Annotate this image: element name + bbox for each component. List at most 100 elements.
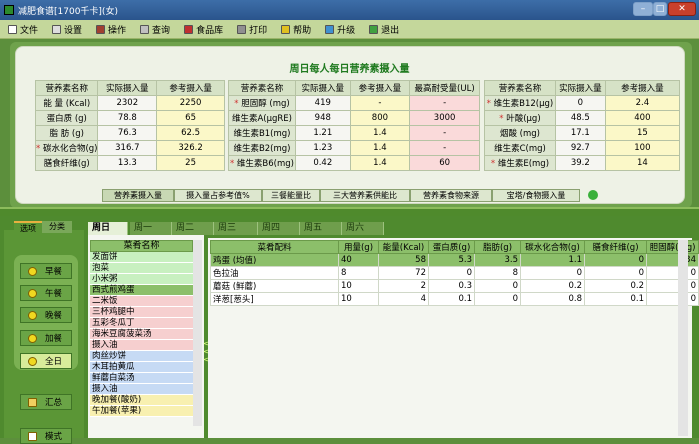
menu-icon bbox=[96, 24, 106, 34]
dish-item[interactable]: 摄入油 bbox=[90, 384, 193, 395]
summary-button[interactable]: 汇总 bbox=[20, 394, 72, 410]
menu-label: 帮助 bbox=[293, 25, 312, 36]
cell: 蘑菇 (鲜蘑) bbox=[210, 279, 339, 293]
menu-item[interactable]: 退出 bbox=[369, 23, 399, 36]
column-header[interactable]: 能量(Kcal) bbox=[378, 240, 429, 254]
dish-item[interactable]: 摄入油 bbox=[90, 340, 193, 351]
dish-item[interactable]: 鲜蘑白菜汤 bbox=[90, 373, 193, 384]
cell-name: 维生素B2(mg) bbox=[228, 140, 296, 156]
cell-ref: 800 bbox=[349, 110, 411, 126]
cell: 色拉油 bbox=[210, 266, 339, 280]
report-tab[interactable]: 宝塔/食物摄入量 bbox=[492, 189, 580, 202]
splitter[interactable] bbox=[0, 207, 699, 216]
cell-actual: 13.3 bbox=[97, 155, 158, 171]
name-value: 维生素B12(μg) bbox=[493, 99, 554, 109]
table-row: 维生素B1(mg) 1.21 1.4 - bbox=[228, 125, 480, 141]
menu-icon bbox=[184, 24, 194, 34]
clock-icon bbox=[28, 288, 37, 298]
day-tab[interactable]: 周六 bbox=[342, 222, 384, 235]
cell: 8 bbox=[338, 266, 379, 280]
menu-icon bbox=[8, 24, 17, 34]
table-row[interactable]: 鸡蛋 (均值)40585.33.51.10234 bbox=[210, 253, 699, 267]
close-button[interactable]: ✕ bbox=[668, 2, 696, 16]
meal-button[interactable]: 晚餐 bbox=[20, 307, 72, 323]
dish-item[interactable]: 晚加餐(酸奶) bbox=[90, 395, 193, 406]
cell-name: * 维生素B12(μg) bbox=[484, 95, 556, 111]
download-arrow-icon[interactable] bbox=[588, 190, 598, 200]
dish-item[interactable]: 五彩冬瓜丁 bbox=[90, 318, 193, 329]
menu-item[interactable]: 查询 bbox=[140, 23, 170, 36]
dish-item[interactable]: 泡菜 bbox=[90, 263, 193, 274]
dish-item[interactable]: 午加餐(苹果) bbox=[90, 406, 193, 417]
dish-item[interactable]: 木耳拍黄瓜 bbox=[90, 362, 193, 373]
day-tab[interactable]: 周三 bbox=[214, 222, 258, 235]
cell: 0 bbox=[646, 292, 699, 306]
dish-item[interactable]: 发面饼 bbox=[90, 252, 193, 263]
dish-item[interactable]: 二米饭 bbox=[90, 296, 193, 307]
cell-name: 维生素A(μgRE) bbox=[228, 110, 296, 126]
menu-item[interactable]: 文件 bbox=[8, 23, 38, 36]
table-row[interactable]: 洋葱[葱头] 10 4 0.1 0 0.8 0.1 0 bbox=[210, 292, 699, 306]
menu-item[interactable]: 升级 bbox=[325, 23, 355, 36]
meal-button[interactable]: 午餐 bbox=[20, 285, 72, 301]
star-marker: * bbox=[229, 159, 235, 169]
dish-item[interactable]: 肉丝炒饼 bbox=[90, 351, 193, 362]
column-header[interactable]: 用量(g) bbox=[338, 240, 379, 254]
cell: 1.1 bbox=[520, 253, 585, 267]
column-header[interactable]: 蛋白质(g) bbox=[428, 240, 475, 254]
cell-name: 维生素B1(mg) bbox=[228, 125, 296, 141]
column-header[interactable]: 膳食纤维(g) bbox=[584, 240, 647, 254]
dish-item[interactable]: 三杯鸡腿中 bbox=[90, 307, 193, 318]
cell: 58 bbox=[378, 253, 429, 267]
menu-item[interactable]: 帮助 bbox=[281, 23, 311, 36]
report-tab[interactable]: 摄入量占参考值% bbox=[174, 189, 262, 202]
menu-item[interactable]: 设置 bbox=[52, 23, 82, 36]
mode-button[interactable]: 模式 bbox=[20, 428, 72, 444]
meal-button[interactable]: 加餐 bbox=[20, 330, 72, 346]
actual-value: 78.8 bbox=[117, 113, 137, 123]
star-marker: * bbox=[234, 99, 239, 109]
day-tab[interactable]: 周五 bbox=[300, 222, 342, 235]
menu-item[interactable]: 操作 bbox=[96, 23, 126, 36]
menu-item[interactable]: 食品库 bbox=[184, 23, 223, 36]
report-tab[interactable]: 营养素摄入量 bbox=[102, 189, 174, 202]
tab-category[interactable]: 分类 bbox=[42, 221, 72, 233]
table-row[interactable]: 色拉油 8 72 0 8 0 0 0 bbox=[210, 266, 699, 280]
menu-item[interactable]: 打印 bbox=[237, 23, 267, 36]
table-row[interactable]: 蘑菇 (鲜蘑) 10 2 0.3 0 0.2 0.2 0 bbox=[210, 279, 699, 293]
tab-options[interactable]: 选项 bbox=[14, 221, 42, 233]
nutrient-table-3: 营养素名称 实际摄入量 参考摄入量 * 维生素B12(μg) 0 2.4 * 叶酸(μg) 4… bbox=[484, 80, 681, 171]
meal-label: 午餐 bbox=[45, 289, 63, 299]
column-header[interactable]: 胆固醇(mg) bbox=[646, 240, 699, 254]
name-value: 蛋白质 (g) bbox=[46, 114, 87, 124]
day-tab[interactable]: 周一 bbox=[130, 222, 172, 235]
name-value: 胆固醇 (mg) bbox=[241, 99, 290, 109]
cell-ref: 1.4 bbox=[349, 155, 411, 171]
column-header[interactable]: 菜肴配料 bbox=[210, 240, 339, 254]
column-header[interactable]: 碳水化合物(g) bbox=[520, 240, 585, 254]
column-header: 营养素名称 bbox=[34, 80, 99, 96]
report-tab[interactable]: 三餐能量比 bbox=[262, 189, 320, 202]
dish-item[interactable]: 小米粥 bbox=[90, 274, 193, 285]
ingredient-scrollbar[interactable] bbox=[678, 240, 688, 436]
ul-value: 60 bbox=[439, 158, 451, 168]
day-tab[interactable]: 周二 bbox=[172, 222, 214, 235]
cell-name: * 胆固醇 (mg) bbox=[228, 95, 296, 111]
minimize-button[interactable]: – bbox=[633, 2, 653, 16]
dish-scrollbar[interactable] bbox=[193, 240, 202, 426]
dish-item[interactable]: 海米豆腐菠菜汤 bbox=[90, 329, 193, 340]
meal-button[interactable]: 全日 bbox=[20, 353, 72, 369]
day-tab[interactable]: 周四 bbox=[258, 222, 300, 235]
column-header[interactable]: 脂肪(g) bbox=[474, 240, 521, 254]
ref-value: 800 bbox=[371, 113, 389, 123]
report-tab[interactable]: 营养素食物来源 bbox=[410, 189, 492, 202]
name-value: 叶酸(μg) bbox=[506, 114, 541, 124]
cell: 0.2 bbox=[520, 279, 585, 293]
dish-item[interactable]: 西式煎鸡蛋 bbox=[90, 285, 193, 296]
meal-button[interactable]: 早餐 bbox=[20, 263, 72, 279]
report-tab[interactable]: 三大营养素供能比 bbox=[320, 189, 410, 202]
maximize-button[interactable]: □ bbox=[653, 2, 667, 16]
app-icon bbox=[4, 5, 14, 15]
day-tab[interactable]: 周日 bbox=[88, 222, 128, 235]
cell-ref: 2250 bbox=[156, 95, 225, 111]
